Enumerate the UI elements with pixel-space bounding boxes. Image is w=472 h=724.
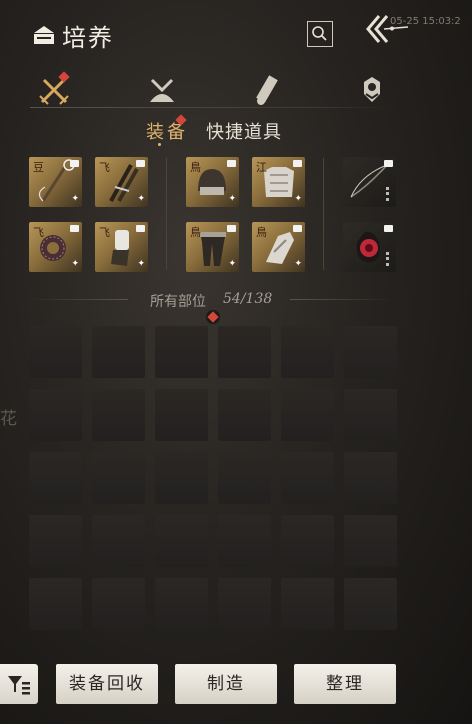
- equip-slot[interactable]: 鳥 ✦: [252, 222, 305, 272]
- grade-label: 飞: [99, 226, 110, 239]
- inventory-slot[interactable]: [29, 515, 82, 567]
- double-chevron-left-icon: [366, 15, 409, 43]
- grade-label: 鳥: [190, 161, 201, 174]
- star-icon: ✦: [71, 194, 79, 204]
- tag-icon: [136, 225, 145, 232]
- equip-slot[interactable]: 江 ✦: [252, 157, 305, 207]
- inventory-slot[interactable]: [218, 452, 271, 504]
- inventory-slot[interactable]: [344, 578, 397, 630]
- bundle-icon: [150, 78, 174, 102]
- inventory-slot[interactable]: [344, 389, 397, 441]
- tag-icon: [384, 160, 393, 167]
- equip-slot[interactable]: 飞 ✦: [95, 222, 148, 272]
- back-button[interactable]: [362, 12, 412, 46]
- inventory-slot[interactable]: [218, 326, 271, 378]
- star-icon: ✦: [294, 194, 302, 204]
- inventory-slot[interactable]: [344, 452, 397, 504]
- star-icon: ✦: [137, 259, 145, 269]
- inventory-slot[interactable]: [29, 389, 82, 441]
- inventory-slot[interactable]: [281, 326, 334, 378]
- star-icon: ✦: [294, 259, 302, 269]
- inventory-slot[interactable]: [281, 452, 334, 504]
- group-divider: [166, 158, 167, 270]
- durability-dots: [386, 187, 392, 201]
- section-divider-left: [28, 299, 128, 300]
- grade-label: 飞: [33, 226, 44, 239]
- active-indicator: [158, 143, 161, 146]
- sort-button[interactable]: 整理: [294, 664, 396, 704]
- search-button[interactable]: [307, 21, 333, 47]
- star-icon: ✦: [137, 194, 145, 204]
- inventory-slot[interactable]: [155, 389, 208, 441]
- inventory-slot[interactable]: [218, 515, 271, 567]
- inventory-slot[interactable]: [281, 515, 334, 567]
- recycle-equipment-button[interactable]: 装备回收: [56, 664, 158, 704]
- tab-scroll[interactable]: [250, 72, 286, 108]
- equip-slot[interactable]: 豆 ✦: [29, 157, 82, 207]
- tab-divider: [30, 107, 392, 108]
- side-label: 花: [0, 409, 17, 429]
- inventory-slot[interactable]: [29, 578, 82, 630]
- section-marker: [206, 310, 220, 324]
- inventory-slot[interactable]: [155, 515, 208, 567]
- grade-label: 豆: [33, 161, 44, 174]
- tag-icon: [136, 160, 145, 167]
- equip-slot[interactable]: [343, 222, 396, 272]
- tag-icon: [293, 160, 302, 167]
- inventory-slot[interactable]: [29, 326, 82, 378]
- grade-label: 江: [256, 161, 267, 174]
- inventory-slot[interactable]: [155, 326, 208, 378]
- tag-icon: [227, 160, 236, 167]
- inventory-slot[interactable]: [92, 515, 145, 567]
- alert-dot: [207, 311, 219, 323]
- equip-slot[interactable]: [343, 157, 396, 207]
- page-title: 培养: [62, 24, 114, 52]
- grade-label: 鳥: [190, 226, 201, 239]
- tab-token[interactable]: [354, 72, 390, 108]
- item-count: 54/138: [223, 291, 273, 307]
- equip-slot[interactable]: 飞 ✦: [29, 222, 82, 272]
- inventory-slot[interactable]: [155, 578, 208, 630]
- equip-slot[interactable]: 鳥 ✦: [186, 157, 239, 207]
- inventory-slot[interactable]: [344, 515, 397, 567]
- tag-icon: [293, 225, 302, 232]
- inventory-slot[interactable]: [92, 452, 145, 504]
- medallion-icon: [364, 77, 380, 102]
- tag-icon: [70, 225, 79, 232]
- inventory-slot[interactable]: [29, 452, 82, 504]
- tag-icon: [227, 225, 236, 232]
- inventory-slot[interactable]: [92, 389, 145, 441]
- tag-icon: [70, 160, 79, 167]
- tab-bag[interactable]: [144, 72, 180, 108]
- inventory-slot[interactable]: [281, 578, 334, 630]
- filter-button[interactable]: [0, 664, 38, 704]
- craft-button[interactable]: 制造: [175, 664, 277, 704]
- star-icon: ✦: [71, 259, 79, 269]
- scroll-icon: [256, 75, 278, 105]
- inventory-slot[interactable]: [344, 326, 397, 378]
- inventory-slot[interactable]: [218, 578, 271, 630]
- subtab-quick-items[interactable]: 快捷道具: [206, 118, 282, 144]
- group-divider: [323, 158, 324, 270]
- inventory-slot[interactable]: [92, 578, 145, 630]
- inventory-slot[interactable]: [218, 389, 271, 441]
- inventory-slot[interactable]: [281, 389, 334, 441]
- search-icon: [312, 26, 327, 41]
- tag-icon: [384, 225, 393, 232]
- grade-label: 鳥: [256, 226, 267, 239]
- inventory-slot[interactable]: [92, 326, 145, 378]
- equip-slot[interactable]: 飞 ✦: [95, 157, 148, 207]
- grade-label: 飞: [99, 161, 110, 174]
- star-icon: ✦: [228, 194, 236, 204]
- equip-slot[interactable]: 鳥 ✦: [186, 222, 239, 272]
- basket-icon: [32, 24, 56, 46]
- durability-dots: [386, 252, 392, 266]
- section-label: 所有部位: [150, 294, 206, 310]
- inventory-slot[interactable]: [155, 452, 208, 504]
- section-divider-right: [290, 299, 395, 300]
- filter-list-icon: [8, 676, 30, 695]
- star-icon: ✦: [228, 259, 236, 269]
